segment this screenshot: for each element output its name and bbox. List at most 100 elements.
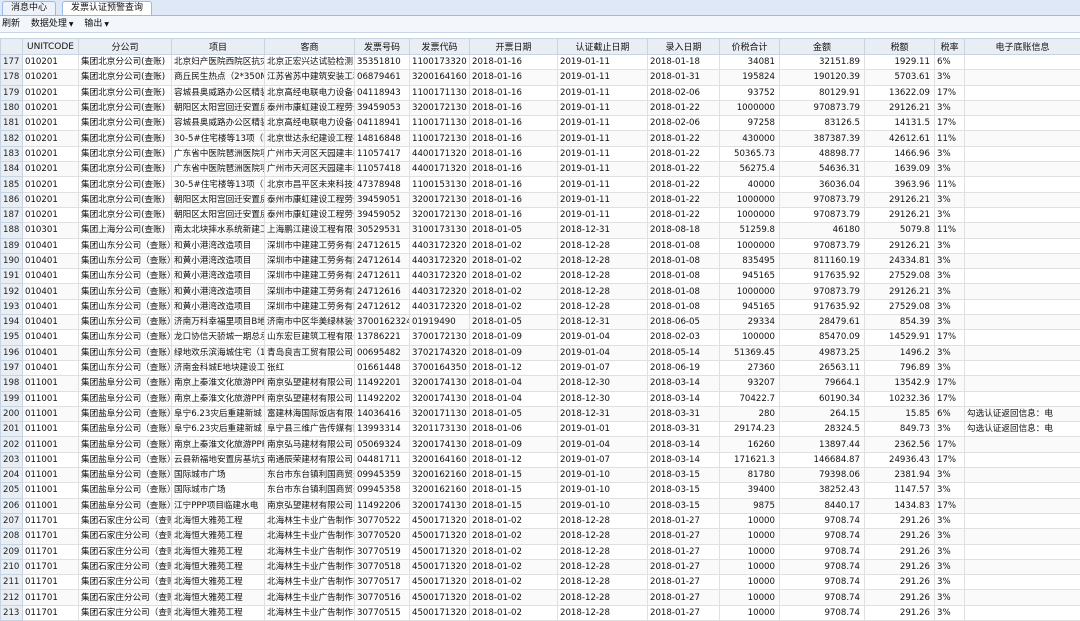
data-grid: UNITCODE分公司项目客商发票号码发票代码开票日期认证截止日期录入日期价税合… [0,38,1080,621]
table-cell: 2018-01-22 [648,146,720,161]
table-cell: 4403172320 [410,269,470,284]
table-cell: 30529531 [355,223,410,238]
table-row[interactable]: 199011001集团盐阜分公司（查账）南京上秦淮文化旅游PPP南京弘望建材有限… [1,391,1080,406]
table-cell: 1100153130 [410,177,470,192]
table-row[interactable]: 201011001集团盐阜分公司（查账）阜宁6.23灾后重建新城阜宁县三维广告传… [1,422,1080,437]
output-menu[interactable]: 输出▼ [84,16,109,33]
table-row[interactable]: 195010401集团山东分公司（查账）龙口协信天骄城一期总承山东宏巨建筑工程有… [1,330,1080,345]
table-cell: 2018-05-14 [648,345,720,360]
table-row[interactable]: 205011001集团盐阜分公司（查账）国际城市广场东台市东台镇利国商贸部099… [1,483,1080,498]
table-cell: 2019-01-11 [558,146,648,161]
column-header[interactable]: 发票号码 [355,39,410,55]
table-row[interactable]: 187010201集团北京分公司(查账)朝阳区太阳宫回迁安置房泰州市康虹建设工程… [1,207,1080,222]
table-cell: 4403172320 [410,299,470,314]
column-header[interactable]: UNITCODE [23,39,79,55]
table-row[interactable]: 209011701集团石家庄分公司（查账）北海恒大雅苑工程北海林生卡业广告制作有… [1,544,1080,559]
table-row[interactable]: 182010201集团北京分公司(查账)30-5#住宅楼等13项（配北京世达永纪… [1,131,1080,146]
column-header[interactable]: 项目 [172,39,265,55]
table-row[interactable]: 194010401集团山东分公司（查账）济南万科幸福里项目B地济南市中区华美绿林… [1,315,1080,330]
data-process-menu[interactable]: 数据处理▼ [31,16,74,33]
table-row[interactable]: 192010401集团山东分公司（查账）和黄小港湾改造项目深圳市中建建工劳务有限… [1,284,1080,299]
table-cell: 商丘民生热点（2*350MW [172,70,265,85]
column-header[interactable]: 发票代码 [410,39,470,55]
column-header[interactable]: 分公司 [79,39,172,55]
column-header[interactable]: 录入日期 [648,39,720,55]
table-row[interactable]: 178010201集团北京分公司(查账)商丘民生热点（2*350MW江苏省苏中建… [1,70,1080,85]
table-row[interactable]: 185010201集团北京分公司(查账)30-5#住宅楼等13项（配北京市昌平区… [1,177,1080,192]
table-row[interactable]: 189010401集团山东分公司（查账）和黄小港湾改造项目深圳市中建建工劳务有限… [1,238,1080,253]
table-cell: 3% [935,468,965,483]
tab-invoice-warning-query[interactable]: 发票认证预警查询 [62,1,152,15]
table-cell: 2018-01-27 [648,559,720,574]
table-cell: 2018-01-22 [648,177,720,192]
table-cell: 010401 [23,330,79,345]
column-header[interactable]: 认证截止日期 [558,39,648,55]
table-row[interactable]: 206011001集团盐阜分公司（查账）江宁PPP项目临建水电南京弘望建材有限公… [1,498,1080,513]
table-cell: 11057418 [355,162,410,177]
table-cell [965,85,1080,100]
refresh-button[interactable]: 刷新 [2,16,20,32]
table-row[interactable]: 184010201集团北京分公司(查账)广东省中医院琶洲医院项广州市天河区天园建… [1,162,1080,177]
column-header[interactable]: 价税合计 [720,39,780,55]
table-cell: 011001 [23,498,79,513]
table-cell: 2018-01-08 [648,284,720,299]
table-cell [965,575,1080,590]
table-row[interactable]: 193010401集团山东分公司（查账）和黄小港湾改造项目深圳市中建建工劳务有限… [1,299,1080,314]
table-cell: 2019-01-11 [558,131,648,146]
table-row[interactable]: 191010401集团山东分公司（查账）和黄小港湾改造项目深圳市中建建工劳务有限… [1,269,1080,284]
table-row[interactable]: 208011701集团石家庄分公司（查账）北海恒大雅苑工程北海林生卡业广告制作有… [1,529,1080,544]
tab-message-center[interactable]: 消息中心 [2,1,56,15]
row-number: 206 [1,498,23,513]
table-row[interactable]: 179010201集团北京分公司(查账)容城县奥威路办公区精装北京高经电联电力设… [1,85,1080,100]
table-row[interactable]: 210011701集团石家庄分公司（查账）北海恒大雅苑工程北海林生卡业广告制作有… [1,559,1080,574]
table-row[interactable]: 198011001集团盐阜分公司（查账）南京上秦淮文化旅游PPP南京弘望建材有限… [1,376,1080,391]
table-cell: 深圳市中建建工劳务有限 [265,299,355,314]
table-cell: 1000000 [720,207,780,222]
table-row[interactable]: 183010201集团北京分公司(查账)广东省中医院琶洲医院项广州市天河区天园建… [1,146,1080,161]
table-cell: 29334 [720,315,780,330]
table-cell: 2019-01-11 [558,55,648,70]
column-header[interactable]: 开票日期 [470,39,558,55]
table-cell: 4400171320 [410,162,470,177]
table-row[interactable]: 203011001集团盐阜分公司（查账）云县新福地安置房基坑支南通辰荣建材有限公… [1,452,1080,467]
table-cell: 集团山东分公司（查账） [79,238,172,253]
column-header[interactable]: 金额 [780,39,865,55]
table-cell: 13786221 [355,330,410,345]
table-row[interactable]: 200011001集团盐阜分公司（查账）阜宁6.23灾后重建新城富建林海国际饭店… [1,406,1080,421]
table-row[interactable]: 186010201集团北京分公司(查账)朝阳区太阳宫回迁安置房泰州市康虹建设工程… [1,192,1080,207]
table-cell: 30770517 [355,575,410,590]
table-cell: 010401 [23,238,79,253]
table-row[interactable]: 213011701集团石家庄分公司（查账）北海恒大雅苑工程北海林生卡业广告制作有… [1,605,1080,620]
table-cell: 010201 [23,192,79,207]
table-row[interactable]: 181010201集团北京分公司(查账)容城县奥威路办公区精装北京高经电联电力设… [1,116,1080,131]
column-header[interactable]: 电子底账信息 [965,39,1080,55]
table-cell: 291.26 [865,529,935,544]
column-header[interactable]: 客商 [265,39,355,55]
table-row[interactable]: 180010201集团北京分公司(查账)朝阳区太阳宫回迁安置房泰州市康虹建设工程… [1,100,1080,115]
table-cell: 14131.5 [865,116,935,131]
table-row[interactable]: 204011001集团盐阜分公司（查账）国际城市广场东台市东台镇利国商贸部099… [1,468,1080,483]
table-cell: 81780 [720,468,780,483]
table-cell: 阜宁县三维广告传媒有限 [265,422,355,437]
table-cell: 100000 [720,330,780,345]
table-cell: 79398.06 [780,468,865,483]
column-header[interactable]: 税率 [935,39,965,55]
table-row[interactable]: 188010301集团上海分公司(查账)南太北块摔水系统新建工上海鹏江建设工程有… [1,223,1080,238]
table-row[interactable]: 190010401集团山东分公司（查账）和黄小港湾改造项目深圳市中建建工劳务有限… [1,253,1080,268]
row-number-header [1,39,23,55]
table-cell: 集团石家庄分公司（查账） [79,513,172,528]
invoice-table: UNITCODE分公司项目客商发票号码发票代码开票日期认证截止日期录入日期价税合… [0,38,1080,621]
table-cell: 上海鹏江建设工程有限公 [265,223,355,238]
table-row[interactable]: 197010401集团山东分公司（查账）济南金科城E地块建设工张红0166144… [1,360,1080,375]
table-cell: 2018-01-08 [648,269,720,284]
table-row[interactable]: 212011701集团石家庄分公司（查账）北海恒大雅苑工程北海林生卡业广告制作有… [1,590,1080,605]
table-row[interactable]: 207011701集团石家庄分公司（查账）北海恒大雅苑工程北海林生卡业广告制作有… [1,513,1080,528]
table-cell: 集团北京分公司(查账) [79,207,172,222]
table-row[interactable]: 211011701集团石家庄分公司（查账）北海恒大雅苑工程北海林生卡业广告制作有… [1,575,1080,590]
table-cell: 011001 [23,437,79,452]
column-header[interactable]: 税额 [865,39,935,55]
table-cell: 江宁PPP项目临建水电 [172,498,265,513]
table-row[interactable]: 177010201集团北京分公司(查账)北京妇产医院西院区抗灾北京正宏兴达试验检… [1,55,1080,70]
table-row[interactable]: 196010401集团山东分公司（查账）绿地欢乐滨海城住宅（1青岛良吉工贸有限公… [1,345,1080,360]
table-row[interactable]: 202011001集团盐阜分公司（查账）南京上秦淮文化旅游PPP南京弘马建材有限… [1,437,1080,452]
